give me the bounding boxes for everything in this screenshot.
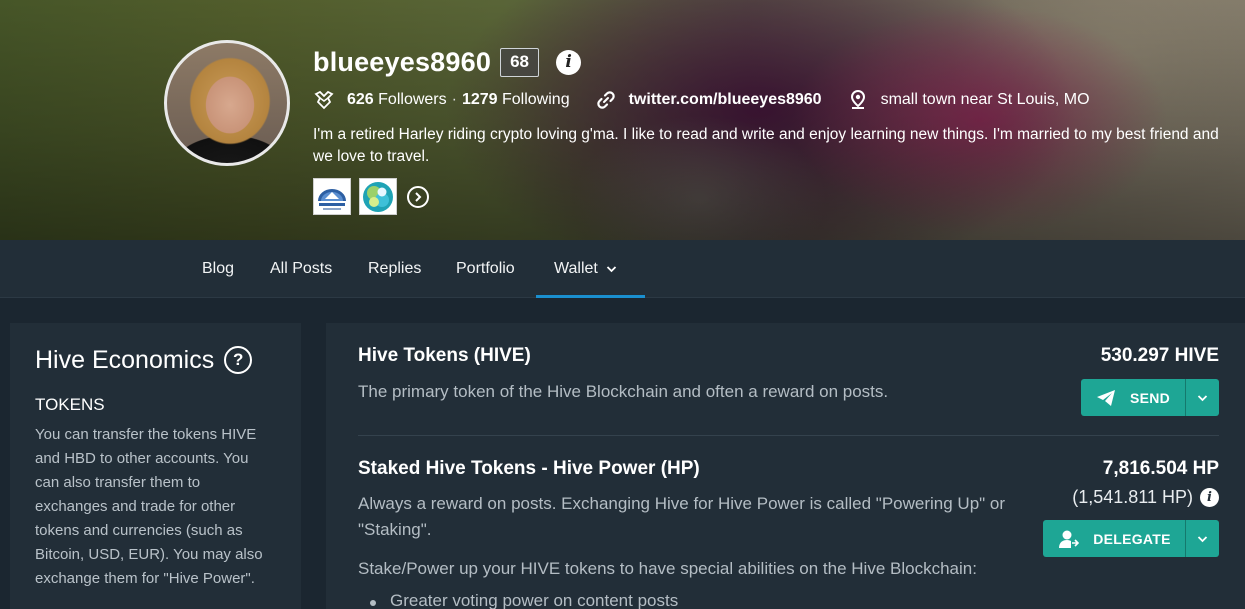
username: blueeyes8960 <box>313 46 492 77</box>
info-icon[interactable]: i <box>556 49 582 75</box>
followers-label[interactable]: Followers <box>378 91 446 109</box>
hp-token-title: Staked Hive Tokens - Hive Power (HP) <box>358 458 700 479</box>
meta-separator: · <box>451 91 457 108</box>
wallet-panel: Hive Tokens (HIVE) The primary token of … <box>326 323 1245 609</box>
tab-portfolio[interactable]: Portfolio <box>456 240 515 298</box>
followers-count[interactable]: 626 <box>347 91 374 109</box>
chevron-down-icon <box>606 265 617 273</box>
stake-intro: Stake/Power up your HIVE tokens to have … <box>358 559 977 578</box>
hive-token-description: The primary token of the Hive Blockchain… <box>358 382 889 401</box>
section-divider <box>358 435 1219 436</box>
info-icon[interactable]: i <box>1200 488 1219 507</box>
user-delegate-icon <box>1057 529 1080 549</box>
location-text: small town near St Louis, MO <box>880 91 1090 108</box>
profile-meta: 626 Followers · 1279 Following twitter.c… <box>313 89 1090 111</box>
followers-icon <box>313 89 335 111</box>
delegate-button-group: DELEGATE <box>1043 520 1219 557</box>
tab-wallet[interactable]: Wallet <box>536 240 645 298</box>
delegate-button[interactable]: DELEGATE <box>1043 520 1185 557</box>
tab-all-posts[interactable]: All Posts <box>270 240 332 298</box>
profile-bio: I'm a retired Harley riding crypto lovin… <box>313 126 1219 165</box>
send-button[interactable]: SEND <box>1081 379 1185 416</box>
hp-delegated: (1,541.811 HP) i <box>1072 487 1219 508</box>
tab-blog[interactable]: Blog <box>202 240 234 298</box>
chevron-right-icon[interactable] <box>407 185 429 208</box>
delegate-dropdown-button[interactable] <box>1185 520 1219 557</box>
profile-name-row: blueeyes8960 68 i <box>313 44 582 80</box>
following-count[interactable]: 1279 <box>462 91 498 109</box>
travel-feed-badge[interactable] <box>313 178 351 215</box>
panel-subtitle: TOKENS <box>35 395 105 414</box>
community-badge[interactable] <box>359 178 397 215</box>
website-link[interactable]: twitter.com/blueeyes8960 <box>629 91 822 109</box>
help-icon[interactable]: ? <box>224 346 253 374</box>
profile-tabs: Blog All Posts Replies Portfolio Wallet <box>0 240 1245 298</box>
reputation-badge: 68 <box>500 47 540 77</box>
following-label[interactable]: Following <box>502 91 570 109</box>
avatar[interactable] <box>164 40 290 166</box>
location-icon <box>847 89 869 111</box>
send-dropdown-button[interactable] <box>1185 379 1219 416</box>
link-icon <box>595 89 617 111</box>
hive-economics-panel: Hive Economics ? TOKENS You can transfer… <box>10 323 301 609</box>
tab-replies[interactable]: Replies <box>368 240 421 298</box>
panel-text: You can transfer the tokens HIVE and HBD… <box>35 426 263 587</box>
panel-title: Hive Economics ? <box>35 343 276 377</box>
hp-token-description: Always a reward on posts. Exchanging Hiv… <box>358 494 1006 539</box>
badge-row <box>313 178 429 215</box>
send-button-group: SEND <box>1081 379 1219 416</box>
hive-token-title: Hive Tokens (HIVE) <box>358 345 531 366</box>
send-icon <box>1096 389 1116 407</box>
list-item: Greater voting power on content posts <box>369 591 679 609</box>
hp-balance: 7,816.504 HP <box>1102 458 1219 479</box>
hive-balance: 530.297 HIVE <box>1100 345 1219 366</box>
